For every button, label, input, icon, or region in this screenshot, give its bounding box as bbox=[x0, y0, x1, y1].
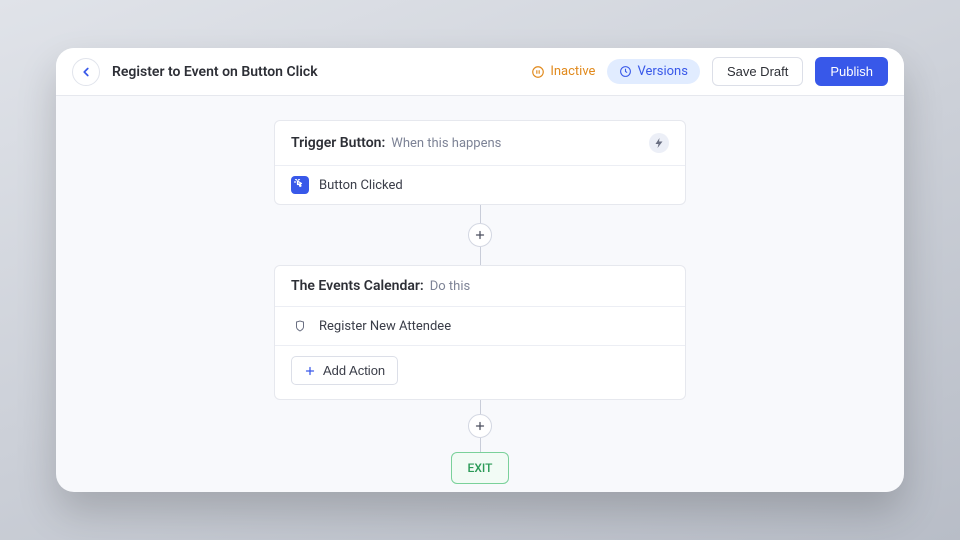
connector-2 bbox=[468, 400, 492, 452]
trigger-card-subtitle: When this happens bbox=[391, 136, 501, 151]
page-title: Register to Event on Button Click bbox=[112, 64, 318, 80]
status-label: Inactive bbox=[550, 64, 595, 79]
save-draft-button[interactable]: Save Draft bbox=[712, 57, 803, 86]
add-action-button[interactable]: Add Action bbox=[291, 356, 398, 385]
action-card-title: The Events Calendar: bbox=[291, 278, 424, 294]
action-card-subtitle: Do this bbox=[430, 279, 470, 294]
trigger-indicator bbox=[649, 133, 669, 153]
exit-node[interactable]: EXIT bbox=[451, 452, 510, 484]
header-bar: Register to Event on Button Click Inacti… bbox=[56, 48, 904, 96]
plus-icon bbox=[474, 229, 486, 241]
workflow-canvas[interactable]: Trigger Button: When this happens Button… bbox=[56, 96, 904, 492]
add-step-button-2[interactable] bbox=[468, 414, 492, 438]
bolt-icon bbox=[653, 137, 665, 149]
clock-icon bbox=[619, 65, 632, 78]
action-card[interactable]: The Events Calendar: Do this Register Ne… bbox=[274, 265, 686, 400]
action-item-label: Register New Attendee bbox=[319, 319, 451, 334]
trigger-card-header: Trigger Button: When this happens bbox=[275, 121, 685, 166]
versions-label: Versions bbox=[637, 64, 687, 79]
connector-1 bbox=[468, 205, 492, 265]
add-action-label: Add Action bbox=[323, 363, 385, 378]
trigger-card-title: Trigger Button: bbox=[291, 135, 385, 151]
add-step-button-1[interactable] bbox=[468, 223, 492, 247]
plus-icon bbox=[304, 365, 316, 377]
button-click-icon bbox=[291, 176, 309, 194]
app-window: Register to Event on Button Click Inacti… bbox=[56, 48, 904, 492]
publish-button[interactable]: Publish bbox=[815, 57, 888, 86]
trigger-item-label: Button Clicked bbox=[319, 178, 403, 193]
plus-icon bbox=[474, 420, 486, 432]
trigger-card[interactable]: Trigger Button: When this happens Button… bbox=[274, 120, 686, 205]
action-card-header: The Events Calendar: Do this bbox=[275, 266, 685, 307]
back-button[interactable] bbox=[72, 58, 100, 86]
chevron-left-icon bbox=[79, 65, 93, 79]
pause-icon bbox=[531, 65, 545, 79]
status-badge: Inactive bbox=[531, 64, 595, 79]
versions-button[interactable]: Versions bbox=[607, 59, 699, 84]
action-card-footer: Add Action bbox=[275, 346, 685, 399]
action-item-row[interactable]: Register New Attendee bbox=[275, 307, 685, 346]
trigger-item-row[interactable]: Button Clicked bbox=[275, 166, 685, 204]
workflow-flow: Trigger Button: When this happens Button… bbox=[274, 120, 686, 484]
calendar-app-icon bbox=[291, 317, 309, 335]
